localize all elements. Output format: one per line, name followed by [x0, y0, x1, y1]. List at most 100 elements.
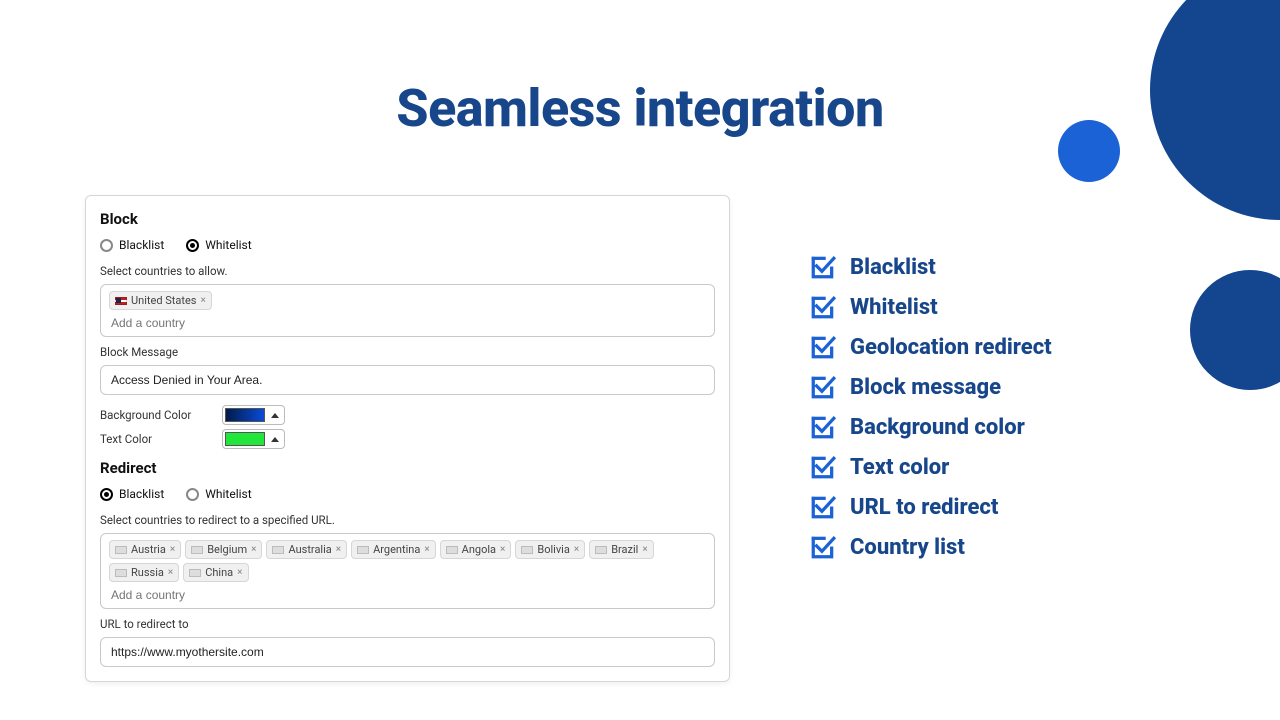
- flag-icon: [272, 546, 284, 554]
- feature-item: URL to redirect: [810, 494, 1052, 520]
- checkbox-checked-icon: [810, 414, 836, 440]
- checkbox-checked-icon: [810, 334, 836, 360]
- checkbox-checked-icon: [810, 254, 836, 280]
- remove-tag-icon[interactable]: ×: [237, 567, 242, 578]
- country-tag-label: Bolivia: [537, 543, 569, 556]
- remove-tag-icon[interactable]: ×: [170, 544, 175, 555]
- settings-panel: Block Blacklist Whitelist Select countri…: [85, 195, 730, 682]
- remove-tag-icon[interactable]: ×: [168, 567, 173, 578]
- flag-icon: [595, 546, 607, 554]
- block-countries-add[interactable]: [109, 312, 706, 334]
- flag-icon: [191, 546, 203, 554]
- checkbox-checked-icon: [810, 374, 836, 400]
- country-tag-label: Austria: [131, 543, 166, 556]
- radio-icon: [100, 488, 113, 501]
- country-tag: Russia ×: [109, 563, 179, 582]
- feature-list: Blacklist Whitelist Geolocation redirect Bl…: [810, 254, 1052, 560]
- feature-item: Background color: [810, 414, 1052, 440]
- flag-icon: [357, 546, 369, 554]
- country-tag: Belgium ×: [185, 540, 262, 559]
- checkbox-checked-icon: [810, 494, 836, 520]
- country-tag: Angola ×: [440, 540, 512, 559]
- country-tag-label: Argentina: [373, 543, 420, 556]
- caret-up-icon: [271, 437, 279, 442]
- flag-icon: [115, 297, 127, 305]
- flag-icon: [521, 546, 533, 554]
- remove-tag-icon[interactable]: ×: [574, 544, 579, 555]
- checkbox-checked-icon: [810, 534, 836, 560]
- country-tag: Argentina ×: [351, 540, 436, 559]
- block-countries-label: Select countries to allow.: [100, 264, 715, 278]
- country-tag: China ×: [183, 563, 248, 582]
- remove-tag-icon[interactable]: ×: [642, 544, 647, 555]
- flag-icon: [115, 569, 127, 577]
- block-message-input[interactable]: [100, 365, 715, 395]
- checkbox-checked-icon: [810, 454, 836, 480]
- page-title: Seamless integration: [396, 78, 883, 139]
- feature-item: Text color: [810, 454, 1052, 480]
- redirect-radio-blacklist[interactable]: Blacklist: [100, 487, 164, 501]
- radio-icon: [100, 239, 113, 252]
- radio-label: Whitelist: [205, 487, 251, 501]
- feature-label: Block message: [850, 375, 1001, 400]
- caret-up-icon: [271, 413, 279, 418]
- feature-label: Background color: [850, 415, 1025, 440]
- feature-label: Whitelist: [850, 295, 938, 320]
- radio-label: Blacklist: [119, 238, 164, 252]
- feature-label: Blacklist: [850, 255, 936, 280]
- redirect-mode-radio-group: Blacklist Whitelist: [100, 487, 715, 501]
- feature-label: Text color: [850, 455, 949, 480]
- remove-tag-icon[interactable]: ×: [424, 544, 429, 555]
- radio-icon: [186, 488, 199, 501]
- block-heading: Block: [100, 210, 715, 228]
- country-tag: Brazil ×: [589, 540, 654, 559]
- feature-item: Blacklist: [810, 254, 1052, 280]
- radio-icon: [186, 239, 199, 252]
- feature-item: Block message: [810, 374, 1052, 400]
- text-color-label: Text Color: [100, 432, 210, 446]
- checkbox-checked-icon: [810, 294, 836, 320]
- feature-item: Geolocation redirect: [810, 334, 1052, 360]
- feature-label: URL to redirect: [850, 495, 998, 520]
- redirect-radio-whitelist[interactable]: Whitelist: [186, 487, 251, 501]
- text-color-picker[interactable]: [222, 429, 285, 449]
- block-radio-whitelist[interactable]: Whitelist: [186, 238, 251, 252]
- block-countries-input[interactable]: United States ×: [100, 284, 715, 337]
- redirect-url-input[interactable]: [100, 637, 715, 667]
- remove-tag-icon[interactable]: ×: [200, 295, 205, 306]
- country-tag-label: Brazil: [611, 543, 638, 556]
- country-tag-label: China: [205, 566, 233, 579]
- country-tag-label: United States: [131, 294, 196, 307]
- bg-color-label: Background Color: [100, 408, 210, 422]
- country-tag-label: Belgium: [207, 543, 247, 556]
- bg-color-swatch: [225, 408, 265, 422]
- country-tag: Australia ×: [266, 540, 347, 559]
- bg-color-picker[interactable]: [222, 405, 285, 425]
- redirect-countries-label: Select countries to redirect to a specif…: [100, 513, 715, 527]
- radio-label: Blacklist: [119, 487, 164, 501]
- decorative-circle-large: [1150, 0, 1280, 220]
- redirect-url-label: URL to redirect to: [100, 617, 715, 631]
- flag-icon: [115, 546, 127, 554]
- radio-label: Whitelist: [205, 238, 251, 252]
- country-tag: Bolivia ×: [515, 540, 585, 559]
- text-color-swatch: [225, 432, 265, 446]
- country-tag-label: Russia: [131, 566, 164, 579]
- remove-tag-icon[interactable]: ×: [251, 544, 256, 555]
- remove-tag-icon[interactable]: ×: [336, 544, 341, 555]
- block-message-label: Block Message: [100, 345, 715, 359]
- redirect-heading: Redirect: [100, 459, 715, 477]
- redirect-countries-input[interactable]: Austria×Belgium×Australia×Argentina×Ango…: [100, 533, 715, 609]
- country-tag-label: Australia: [288, 543, 331, 556]
- country-tag-label: Angola: [462, 543, 496, 556]
- feature-item: Whitelist: [810, 294, 1052, 320]
- flag-icon: [446, 546, 458, 554]
- decorative-circle-medium: [1190, 270, 1280, 390]
- redirect-countries-add[interactable]: [109, 584, 706, 606]
- block-mode-radio-group: Blacklist Whitelist: [100, 238, 715, 252]
- country-tag: United States ×: [109, 291, 212, 310]
- decorative-circle-small: [1058, 120, 1120, 182]
- block-radio-blacklist[interactable]: Blacklist: [100, 238, 164, 252]
- remove-tag-icon[interactable]: ×: [500, 544, 505, 555]
- flag-icon: [189, 569, 201, 577]
